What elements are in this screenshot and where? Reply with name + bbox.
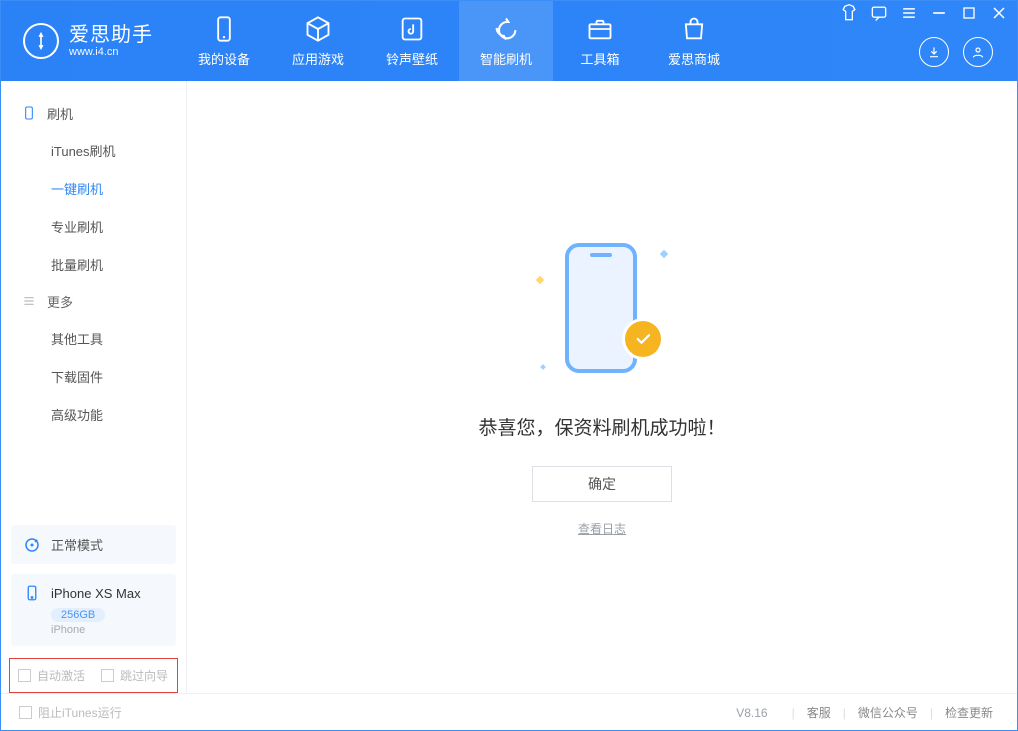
sparkle-icon [540,364,546,370]
title-bar: 爱思助手 www.i4.cn 我的设备 应用游戏 铃声壁纸 智能刷机 工具箱 爱… [1,1,1017,81]
tab-label: 我的设备 [198,49,250,68]
success-check-icon [625,321,661,357]
sidebar-bottom: 正常模式 iPhone XS Max 256GB iPhone [1,515,186,658]
device-type: iPhone [51,624,164,636]
device-capacity: 256GB [51,608,105,622]
logo-icon [23,23,59,59]
tab-label: 铃声壁纸 [386,49,438,68]
flash-options-highlight: 自动激活 跳过向导 [9,658,178,693]
toolbox-icon [586,15,614,43]
checkbox-block-itunes[interactable]: 阻止iTunes运行 [19,704,122,721]
checkbox-icon [101,669,114,682]
bag-icon [680,15,708,43]
tab-my-device[interactable]: 我的设备 [177,1,271,81]
sidebar-head-more: 更多 [1,283,186,319]
checkbox-skip-guide[interactable]: 跳过向导 [101,667,168,684]
mode-label: 正常模式 [51,535,103,554]
footer-link-check-update[interactable]: 检查更新 [945,704,993,721]
success-message: 恭喜您，保资料刷机成功啦！ [478,413,725,440]
checkbox-icon [18,669,31,682]
nav-tabs: 我的设备 应用游戏 铃声壁纸 智能刷机 工具箱 爱思商城 [177,1,741,81]
section-title: 刷机 [47,104,73,123]
sidebar-head-flash: 刷机 [1,95,186,131]
music-icon [398,15,426,43]
tab-label: 爱思商城 [668,49,720,68]
main-content: 恭喜您，保资料刷机成功啦！ 确定 查看日志 [187,81,1017,693]
header-right-actions [919,37,993,67]
close-icon[interactable] [989,3,1009,23]
device-card[interactable]: iPhone XS Max 256GB iPhone [11,574,176,646]
checkbox-auto-activate[interactable]: 自动激活 [18,667,85,684]
tab-smart-flash[interactable]: 智能刷机 [459,1,553,81]
device-icon [23,584,41,602]
skin-icon[interactable] [839,3,859,23]
device-name: iPhone XS Max [51,586,141,601]
sidebar-section-more: 更多 其他工具 下载固件 高级功能 [1,283,186,433]
mode-card[interactable]: 正常模式 [11,525,176,564]
window-controls [839,3,1009,23]
ok-button[interactable]: 确定 [532,466,672,502]
view-log-link[interactable]: 查看日志 [578,520,626,537]
success-illustration [537,237,667,387]
footer-link-support[interactable]: 客服 [807,704,831,721]
checkbox-icon [19,706,32,719]
section-title: 更多 [47,292,73,311]
sparkle-icon [660,250,668,258]
tab-label: 工具箱 [580,49,619,68]
footer-link-wechat[interactable]: 微信公众号 [858,704,918,721]
sidebar: 刷机 iTunes刷机 一键刷机 专业刷机 批量刷机 更多 其他工具 下载固件 … [1,81,187,693]
tab-apps-games[interactable]: 应用游戏 [271,1,365,81]
mode-icon [23,536,41,554]
tab-label: 智能刷机 [480,49,532,68]
app-name: 爱思助手 [69,24,153,46]
minimize-icon[interactable] [929,3,949,23]
cube-icon [304,15,332,43]
feedback-icon[interactable] [869,3,889,23]
tab-store[interactable]: 爱思商城 [647,1,741,81]
version-label: V8.16 [736,706,767,720]
app-url: www.i4.cn [69,46,153,58]
checkbox-label: 自动激活 [37,667,85,684]
checkbox-label: 阻止iTunes运行 [38,704,122,721]
device-icon [210,15,238,43]
sidebar-item-download-firmware[interactable]: 下载固件 [1,357,186,395]
sidebar-item-pro-flash[interactable]: 专业刷机 [1,207,186,245]
download-icon[interactable] [919,37,949,67]
status-bar: 阻止iTunes运行 V8.16 | 客服 | 微信公众号 | 检查更新 [1,693,1017,731]
tab-ringtones-wallpapers[interactable]: 铃声壁纸 [365,1,459,81]
sidebar-item-itunes-flash[interactable]: iTunes刷机 [1,131,186,169]
sidebar-item-batch-flash[interactable]: 批量刷机 [1,245,186,283]
checkbox-label: 跳过向导 [120,667,168,684]
maximize-icon[interactable] [959,3,979,23]
phone-icon [21,105,37,121]
body: 刷机 iTunes刷机 一键刷机 专业刷机 批量刷机 更多 其他工具 下载固件 … [1,81,1017,693]
list-icon [21,293,37,309]
menu-icon[interactable] [899,3,919,23]
app-logo: 爱思助手 www.i4.cn [1,1,171,81]
phone-illustration [565,243,637,373]
sidebar-section-flash: 刷机 iTunes刷机 一键刷机 专业刷机 批量刷机 [1,95,186,283]
sidebar-item-other-tools[interactable]: 其他工具 [1,319,186,357]
sparkle-icon [536,276,544,284]
sidebar-item-advanced[interactable]: 高级功能 [1,395,186,433]
user-icon[interactable] [963,37,993,67]
logo-text: 爱思助手 www.i4.cn [69,24,153,58]
refresh-icon [492,15,520,43]
tab-label: 应用游戏 [292,49,344,68]
sidebar-item-one-click-flash[interactable]: 一键刷机 [1,169,186,207]
tab-toolbox[interactable]: 工具箱 [553,1,647,81]
